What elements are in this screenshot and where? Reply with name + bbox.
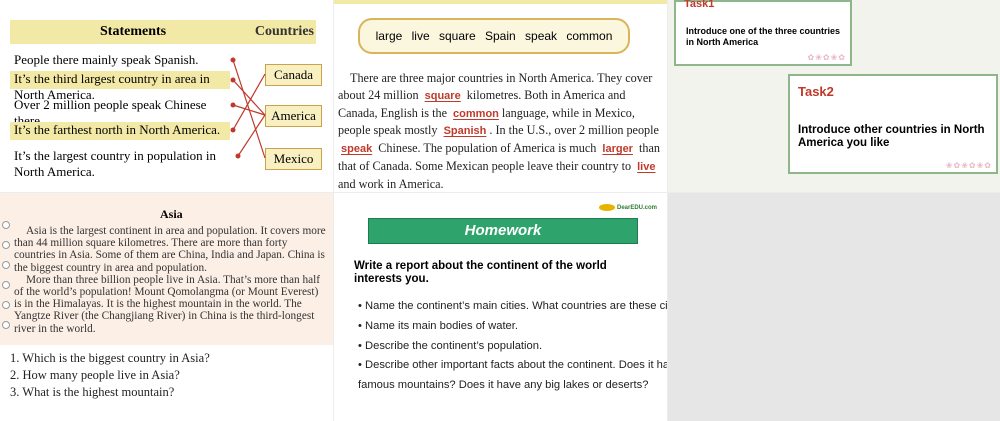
matching-lines [230,57,266,159]
homework-banner: Homework [368,218,638,244]
question-2: 2. How many people live in Asia? [10,368,180,382]
bullet-1: • Name the continent’s main cities. What… [358,300,667,312]
bullet-2: • Name its main bodies of water. [358,319,518,332]
slide-words-in-box: large live square Spain speak common The… [334,0,667,192]
slide-homework: DearEDU.com Homework Write a report abou… [334,193,667,421]
logo-icon [598,204,615,211]
word-box: large live square Spain speak common [358,18,630,54]
task2-description: Introduce other countries in North Ameri… [798,124,985,149]
task2-card: Task2 Introduce other countries in North… [788,74,998,174]
homework-bullets: • Name the continent’s main cities. What… [358,297,667,396]
answer-blank: square [424,89,461,102]
slide-asia-reading: Asia Asia is the largest continent in ar… [0,193,333,421]
flower-decoration-icon: ✿❀✿❀✿ [807,53,846,62]
question-1: 1. Which is the biggest country in Asia? [10,351,210,365]
reading-passage: Asia Asia is the largest continent in ar… [0,193,333,345]
bullet-4: • Describe other important facts about t… [358,359,667,372]
fill-in-paragraph: There are three major countries in North… [338,71,660,191]
homework-intro: Write a report about the continent of th… [354,260,607,285]
task1-title: Task1 [684,0,715,10]
passage-text: Asia is the largest continent in area an… [14,225,326,335]
bullet-3: • Describe the continent’s population. [358,339,543,352]
answer-blank: Spanish [443,125,487,138]
task1-card: Task1 Introduce one of the three countri… [674,0,852,66]
task2-title: Task2 [798,84,834,99]
slide-matching: Statements Countries People there mainly… [0,0,333,192]
answer-blank: live [637,160,656,173]
site-logo: DearEDU.com [598,204,657,211]
answer-blank: speak [341,143,373,156]
answer-blank: common [453,107,499,120]
bullet-4-continued: famous mountains? Does it have any big l… [358,379,649,392]
slide-tasks: Task1 Introduce one of the three countri… [668,0,1000,192]
task1-description: Introduce one of the three countries in … [686,26,841,47]
empty-slot [668,193,1000,421]
title-strip [334,0,667,4]
question-3: 3. What is the highest mountain? [10,385,175,399]
flower-decoration-icon: ❀✿❀✿❀✿ [945,161,992,170]
notebook-rings-icon [2,221,10,341]
match-line [237,114,266,157]
questions: 1. Which is the biggest country in Asia?… [10,350,210,401]
passage-title: Asia [160,207,183,221]
answer-blank: larger [602,143,633,156]
